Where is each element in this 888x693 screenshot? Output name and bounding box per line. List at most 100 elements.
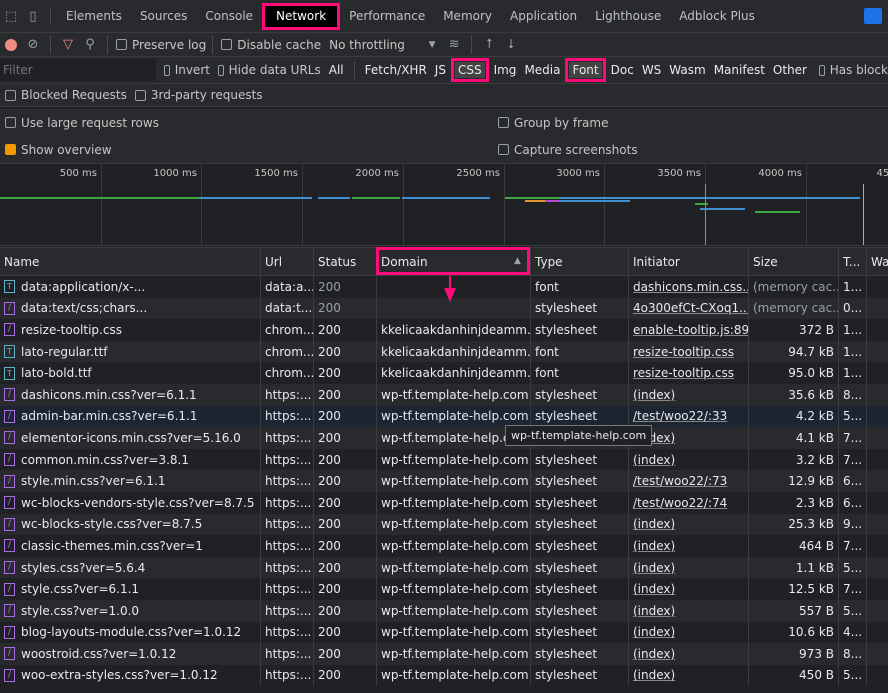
capture-screenshots-checkbox[interactable]: [498, 143, 509, 155]
throttling-select[interactable]: No throttling: [329, 38, 421, 52]
cell-initiator[interactable]: /test/woo22/:74: [628, 491, 748, 514]
cell-text[interactable]: (index): [633, 517, 675, 531]
table-row[interactable]: / dashicons.min.css?ver=6.1.1 https:... 200…: [0, 383, 888, 406]
cell-text[interactable]: (index): [633, 625, 675, 639]
cell-initiator[interactable]: 4o300efCt-CXoq1...: [628, 297, 748, 320]
filter-type-media[interactable]: Media: [521, 62, 563, 78]
cell-text[interactable]: resize-tooltip.css: [633, 366, 734, 380]
filter-type-all[interactable]: All: [326, 62, 347, 78]
invert-checkbox[interactable]: [164, 64, 170, 76]
filter-type-other[interactable]: Other: [770, 62, 810, 78]
third-party-checkbox[interactable]: [134, 89, 146, 101]
tab-performance[interactable]: Performance: [340, 0, 434, 33]
cell-text[interactable]: (index): [633, 453, 675, 467]
table-row[interactable]: Tlato-bold.ttf chrom... 200 kkelicaakdanhin…: [0, 362, 888, 384]
tab-network[interactable]: Network: [262, 2, 341, 30]
table-row[interactable]: / style.min.css?ver=6.1.1 https:... 200 wp-t…: [0, 470, 888, 492]
filter-input[interactable]: [0, 59, 156, 81]
network-conditions-icon[interactable]: ≋: [443, 35, 465, 55]
overview-timeline[interactable]: 500 ms 1000 ms 1500 ms 2000 ms 2500 ms 3000 m…: [0, 163, 888, 246]
table-row[interactable]: / wc-blocks-vendors-style.css?ver=8.7.5 ht…: [0, 491, 888, 514]
cell-initiator[interactable]: enable-tooltip.js:89: [628, 319, 748, 341]
filter-type-wasm[interactable]: Wasm: [666, 62, 708, 78]
large-rows-checkbox[interactable]: [5, 116, 16, 128]
cell-text[interactable]: (index): [633, 388, 675, 402]
search-icon[interactable]: ⚲: [79, 35, 101, 55]
table-row[interactable]: / style.css?ver=6.1.1 https:... 200 wp-tf.te…: [0, 578, 888, 600]
filter-type-font[interactable]: Font: [565, 58, 606, 82]
tab-console[interactable]: Console: [196, 0, 262, 33]
has-blocked-cookies-checkbox[interactable]: [819, 64, 825, 76]
cell-text[interactable]: (index): [633, 539, 675, 553]
filter-type-fetchxhr[interactable]: Fetch/XHR: [362, 62, 430, 78]
cell-text[interactable]: /test/woo22/:73: [633, 474, 727, 488]
group-by-frame-checkbox[interactable]: [498, 116, 509, 128]
column-header-url[interactable]: Url: [260, 248, 313, 275]
table-row[interactable]: / woo-extra-styles.css?ver=1.0.12 https:..…: [0, 664, 888, 687]
table-row[interactable]: / classic-themes.min.css?ver=1 https:... 20…: [0, 535, 888, 557]
cell-initiator[interactable]: (index): [628, 578, 748, 600]
column-header-t[interactable]: T...: [838, 248, 866, 275]
filter-type-css[interactable]: CSS: [451, 58, 489, 82]
device-toolbar-icon[interactable]: ▯: [22, 6, 44, 26]
table-row[interactable]: Tlato-regular.ttf chrom... 200 kkelicaakdan…: [0, 340, 888, 363]
table-row[interactable]: / blog-layouts-module.css?ver=1.0.12 https…: [0, 621, 888, 644]
cell-initiator[interactable]: (index): [628, 513, 748, 536]
feedback-icon[interactable]: [864, 8, 882, 24]
cell-initiator[interactable]: (index): [628, 556, 748, 579]
table-row[interactable]: / elementor-icons.min.css?ver=5.16.0 https…: [0, 427, 888, 449]
column-header-status[interactable]: Status: [313, 248, 376, 275]
cell-text[interactable]: /test/woo22/:74: [633, 496, 727, 510]
cell-text[interactable]: enable-tooltip.js:89: [633, 323, 748, 337]
cell-initiator[interactable]: (index): [628, 383, 748, 406]
inspect-element-icon[interactable]: ⬚: [0, 6, 22, 26]
filter-type-doc[interactable]: Doc: [608, 62, 637, 78]
blocked-requests-checkbox[interactable]: [5, 89, 16, 101]
table-row[interactable]: / styles.css?ver=5.6.4 https:... 200 wp-tf.t…: [0, 556, 888, 579]
cell-initiator[interactable]: /test/woo22/:33: [628, 405, 748, 428]
cell-text[interactable]: (index): [633, 561, 675, 575]
column-header-initiator[interactable]: Initiator: [628, 248, 748, 275]
tab-elements[interactable]: Elements: [57, 0, 131, 33]
cell-text[interactable]: /test/woo22/:33: [633, 409, 727, 423]
cell-initiator[interactable]: (index): [628, 448, 748, 471]
cell-initiator[interactable]: (index): [628, 621, 748, 644]
cell-initiator[interactable]: (index): [628, 599, 748, 622]
cell-initiator[interactable]: resize-tooltip.css: [628, 340, 748, 363]
show-overview-checkbox[interactable]: [5, 143, 16, 155]
tab-application[interactable]: Application: [501, 0, 586, 33]
table-row[interactable]: / admin-bar.min.css?ver=6.1.1 https:... 200…: [0, 405, 888, 428]
preserve-log-checkbox[interactable]: [116, 39, 127, 50]
cell-text[interactable]: (index): [633, 647, 675, 661]
cell-text[interactable]: dashicons.min.css...: [633, 280, 748, 294]
filter-type-manifest[interactable]: Manifest: [711, 62, 768, 78]
cell-initiator[interactable]: (index): [628, 664, 748, 687]
tab-adblock-plus[interactable]: Adblock Plus: [670, 0, 764, 33]
table-row[interactable]: / style.css?ver=1.0.0 https:... 200 wp-tf.te…: [0, 599, 888, 622]
cell-initiator[interactable]: (index): [628, 535, 748, 557]
table-row[interactable]: / woostroid.css?ver=1.0.12 https:... 200 wp-…: [0, 643, 888, 665]
record-button[interactable]: [0, 35, 22, 55]
hide-data-urls-checkbox[interactable]: [217, 64, 224, 76]
tab-lighthouse[interactable]: Lighthouse: [586, 0, 670, 33]
disable-cache-checkbox[interactable]: [221, 39, 233, 50]
cell-initiator[interactable]: resize-tooltip.css: [628, 362, 748, 384]
filter-type-img[interactable]: Img: [491, 62, 520, 78]
table-row[interactable]: / wc-blocks-style.css?ver=8.7.5 https:... 2…: [0, 513, 888, 536]
cell-initiator[interactable]: /test/woo22/:73: [628, 470, 748, 492]
column-header-size[interactable]: Size: [748, 248, 838, 275]
tab-sources[interactable]: Sources: [131, 0, 196, 33]
cell-initiator[interactable]: (index): [628, 643, 748, 665]
import-har-icon[interactable]: ⭡: [478, 35, 500, 55]
cell-text[interactable]: resize-tooltip.css: [633, 345, 734, 359]
cell-text[interactable]: (index): [633, 582, 675, 596]
filter-type-ws[interactable]: WS: [639, 62, 664, 78]
column-header-type[interactable]: Type: [530, 248, 628, 275]
tab-memory[interactable]: Memory: [434, 0, 501, 33]
export-har-icon[interactable]: ⭣: [500, 35, 522, 55]
column-header-name[interactable]: Name: [0, 248, 260, 275]
filter-icon[interactable]: ▽: [57, 35, 79, 55]
table-row[interactable]: / common.min.css?ver=3.8.1 https:... 200 wp-…: [0, 448, 888, 471]
column-header-wa[interactable]: Wa: [866, 248, 888, 275]
cell-text[interactable]: 4o300efCt-CXoq1...: [633, 301, 748, 315]
